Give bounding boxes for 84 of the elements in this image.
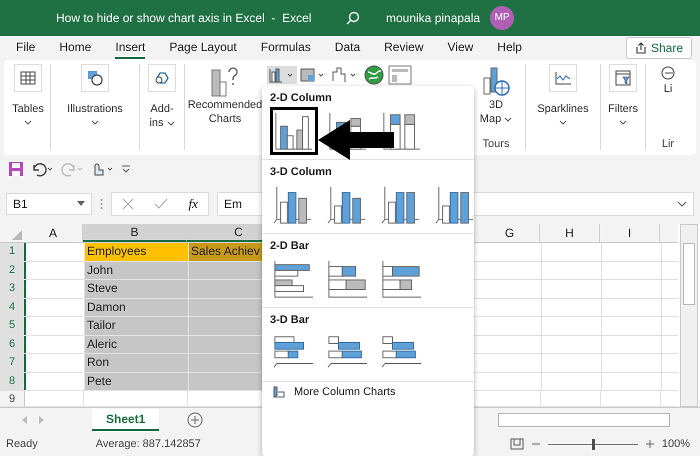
ribbon-tab[interactable]: Review [384,36,424,59]
section-title: 3-D Bar [270,314,310,326]
illustrations-button[interactable]: Illustrations [55,64,135,125]
section-title: 3-D Column [270,166,333,178]
table-cell: Damon [85,298,189,316]
horizontal-scrollbar[interactable] [498,413,670,428]
caret-icon [504,116,512,122]
section-title: 2-D Column [270,92,333,104]
add-sheet-icon[interactable] [187,412,204,428]
3d-map-button[interactable]: 3D Map [476,64,516,126]
share-button[interactable]: Share [626,36,692,59]
check-icon[interactable] [154,198,168,210]
links-button[interactable]: Li [650,64,686,96]
expand-icon[interactable] [677,200,687,207]
column-header[interactable]: B [83,224,187,242]
sparkline-icon [554,70,572,85]
column-chart-option[interactable] [270,107,318,155]
ribbon-tab[interactable]: Formulas [260,36,311,59]
table-cell: Pete [85,372,189,390]
ribbon-tab[interactable]: View [448,36,474,59]
row-header[interactable]: 2 [0,262,26,280]
splitter-handle-icon[interactable] [100,198,103,210]
zoom-in-icon[interactable] [646,440,654,448]
group-label: Lir [662,138,674,150]
row-header[interactable]: 5 [0,317,26,335]
column-header[interactable]: G [480,224,540,242]
zoom-level: 100% [662,438,690,450]
column-header[interactable]: I [600,224,660,242]
table-cell: Steve [85,280,189,298]
link-icon [659,64,677,82]
slicer-icon [615,70,631,86]
search-icon[interactable] [346,10,360,25]
vertical-scrollbar[interactable] [680,224,698,408]
row-header[interactable]: 3 [0,280,26,298]
table-cell: John [85,262,189,280]
ribbon-tab[interactable]: File [16,36,36,59]
ribbon-tab[interactable]: Data [334,36,360,59]
table-cell: Aleric [85,336,189,354]
sparklines-button[interactable]: Sparklines [530,64,596,125]
column-chart-icon[interactable] [267,66,297,84]
row-header[interactable]: 8 [0,372,26,390]
caret-icon [91,120,99,125]
table-cell: Tailor [85,317,189,335]
status-average: Average: 887.142857 [96,438,201,450]
ribbon-tab[interactable]: Home [59,36,92,59]
add-ins-icon [154,70,170,86]
row-header[interactable]: 7 [0,354,26,372]
table-icon [20,70,36,85]
column-chart-icon [272,386,286,398]
table-cell: Employees [85,243,189,261]
row-header[interactable]: 6 [0,336,26,354]
user-name: mounika pinapala [386,10,480,25]
tables-button[interactable]: Tables [10,64,46,125]
shapes-icon [87,70,103,86]
zoom-slider-thumb[interactable] [592,438,595,450]
add-ins-button[interactable]: Add- ins [144,64,180,130]
window-title: How to hide or show chart axis in Excel - Excel [56,10,312,25]
row-header[interactable]: 9 [0,391,25,406]
caret-icon [166,120,175,126]
status-text: Ready [6,438,38,450]
more-column-charts-item[interactable]: More Column Charts [262,382,474,402]
page-layout-icon[interactable] [510,438,524,450]
pivot-chart-icon[interactable] [387,64,413,86]
caret-icon [559,120,567,125]
recommended-charts-button[interactable]: Recommended Charts [185,64,265,126]
ribbon-tab[interactable]: Page Layout [169,36,237,59]
chart-question-icon [210,66,240,98]
caret-icon [619,120,627,125]
globe-icon[interactable] [363,64,385,86]
column-header[interactable]: H [540,224,600,242]
ribbon-tab[interactable]: Help [497,36,522,59]
user-avatar[interactable]: MP [490,6,514,30]
share-icon [634,42,647,54]
save-icon[interactable] [8,160,24,177]
group-label: Tours [482,138,510,150]
insert-function-button[interactable]: fx [188,196,198,212]
dropdown-icon [77,201,85,206]
caret-icon [24,120,32,125]
row-header[interactable]: 4 [0,298,26,316]
sheet-tab[interactable]: Sheet1 [92,409,160,432]
name-box[interactable]: B1 [6,192,92,215]
row-header[interactable]: 1 [0,243,26,261]
filters-button[interactable]: Filters [605,64,641,125]
table-cell: Ron [85,354,189,372]
